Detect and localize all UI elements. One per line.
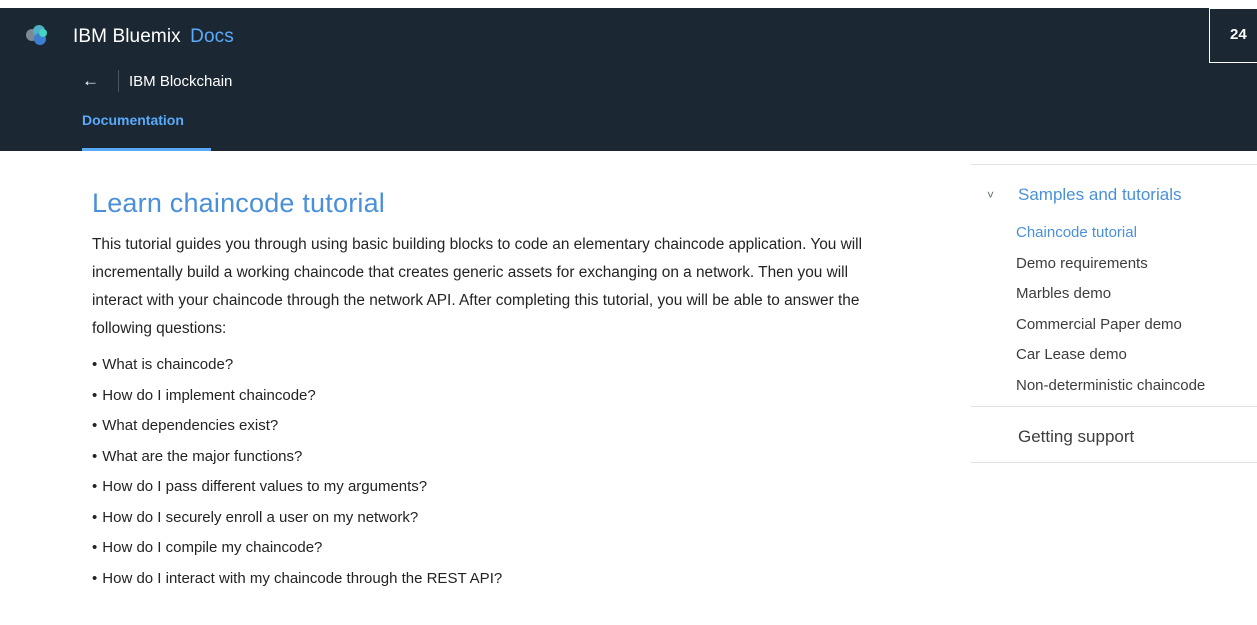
bluemix-logo-icon[interactable]	[24, 24, 50, 46]
chevron-down-icon[interactable]: ˅	[971, 188, 1018, 202]
sidebar-item-chaincode-tutorial[interactable]: Chaincode tutorial	[1016, 218, 1257, 249]
divider	[971, 462, 1257, 463]
sidebar-item-non-deterministic-chaincode[interactable]: Non-deterministic chaincode	[1016, 371, 1257, 402]
section-toggle-samples[interactable]: ˅ Samples and tutorials	[971, 185, 1257, 205]
brand-title[interactable]: IBM Bluemix Docs	[73, 26, 234, 48]
breadcrumb: ← IBM Blockchain	[82, 70, 232, 92]
sidebar-item-car-lease-demo[interactable]: Car Lease demo	[1016, 340, 1257, 371]
top-header: IBM Bluemix Docs ← IBM Blockchain Docume…	[0, 8, 1257, 151]
tab-documentation-label: Documentation	[82, 112, 184, 128]
divider	[971, 164, 1257, 165]
side-navigation: ˅ Samples and tutorials Chaincode tutori…	[971, 164, 1257, 463]
sidebar-item-getting-support[interactable]: Getting support	[971, 407, 1257, 462]
version-badge[interactable]: 24	[1209, 8, 1257, 63]
section-title: Samples and tutorials	[1018, 185, 1182, 204]
back-arrow-icon[interactable]: ←	[82, 71, 104, 91]
questions-list: What is chaincode? How do I implement ch…	[92, 350, 872, 594]
brand-docs: Docs	[190, 26, 234, 47]
page-title: Learn chaincode tutorial	[92, 188, 385, 218]
sidebar-item-marbles-demo[interactable]: Marbles demo	[1016, 279, 1257, 310]
list-item: How do I implement chaincode?	[92, 381, 872, 412]
list-item: What dependencies exist?	[92, 411, 872, 442]
product-name[interactable]: IBM Blockchain	[129, 73, 232, 90]
list-item: How do I securely enroll a user on my ne…	[92, 503, 872, 534]
sidebar-item-demo-requirements[interactable]: Demo requirements	[1016, 249, 1257, 280]
tab-documentation[interactable]: Documentation	[82, 112, 211, 151]
list-item: How do I interact with my chaincode thro…	[92, 564, 872, 595]
list-item: What are the major functions?	[92, 442, 872, 473]
tab-active-indicator	[82, 148, 211, 151]
main-content: Learn chaincode tutorial This tutorial g…	[92, 188, 872, 594]
sidebar-nav-list: Chaincode tutorial Demo requirements Mar…	[971, 218, 1257, 401]
brand-name: IBM Bluemix	[73, 26, 181, 47]
sidebar-item-commercial-paper-demo[interactable]: Commercial Paper demo	[1016, 310, 1257, 341]
list-item: What is chaincode?	[92, 350, 872, 381]
breadcrumb-divider	[118, 70, 119, 92]
list-item: How do I compile my chaincode?	[92, 533, 872, 564]
list-item: How do I pass different values to my arg…	[92, 472, 872, 503]
intro-paragraph: This tutorial guides you through using b…	[92, 236, 863, 337]
